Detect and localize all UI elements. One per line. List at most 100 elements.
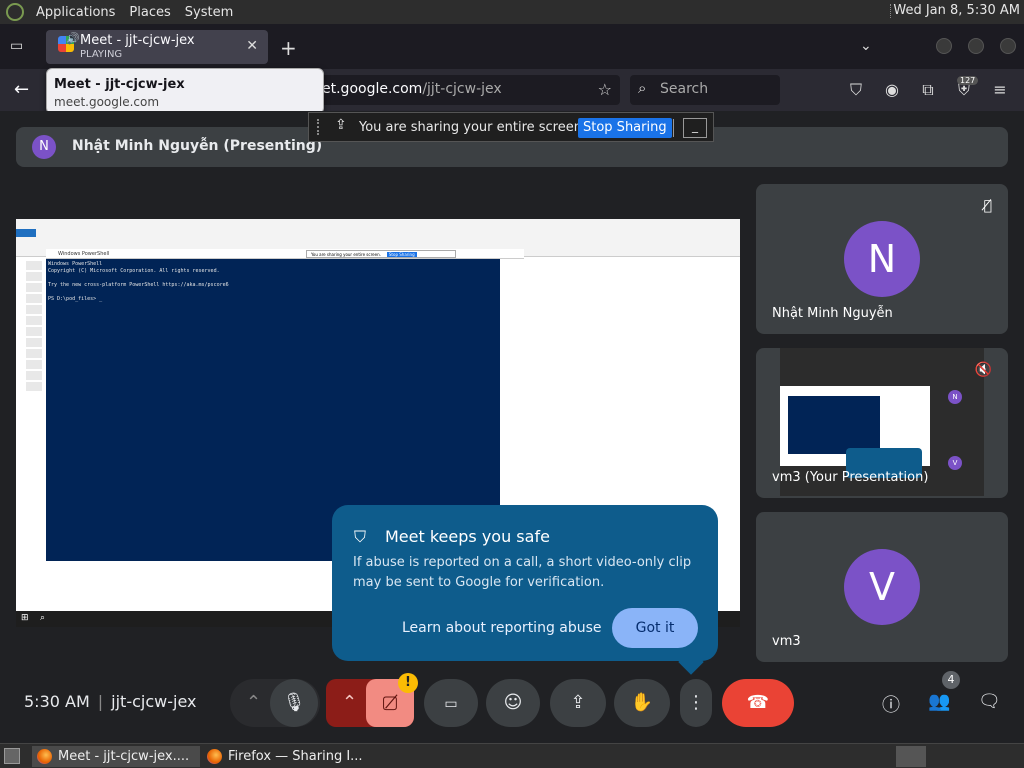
learn-abuse-link[interactable]: Learn about reporting abuse xyxy=(402,620,602,636)
task-label: Meet - jjt-cjcw-jex.... xyxy=(58,749,190,764)
search-input[interactable]: ⌕ Search xyxy=(630,75,780,105)
show-desktop-icon[interactable] xyxy=(4,748,20,764)
hamburger-menu-icon[interactable]: ≡ xyxy=(990,80,1010,99)
people-count-badge: 4 xyxy=(942,671,960,689)
url-bar[interactable]: et.google.com/jjt-cjcw-jex ☆ xyxy=(300,75,620,105)
tab-list-icon[interactable]: ▭ xyxy=(10,38,28,54)
emoji-button[interactable]: ☺ xyxy=(486,679,540,727)
ribbon-file-tab xyxy=(16,229,36,237)
share-screen-icon: ⇪ xyxy=(335,117,347,133)
applications-menu[interactable]: Applications xyxy=(36,5,115,20)
ps-line: Copyright (C) Microsoft Corporation. All… xyxy=(48,268,220,274)
safety-tooltip: ⛉ Meet keeps you safe If abuse is report… xyxy=(332,505,718,675)
more-options-button[interactable]: ⋮ xyxy=(680,679,712,727)
chevron-up-icon: ⌃ xyxy=(246,692,262,713)
participant-tile[interactable]: V vm3 xyxy=(756,512,1008,662)
places-menu[interactable]: Places xyxy=(129,5,170,20)
os-taskbar: Meet - jjt-cjcw-jex.... Firefox — Sharin… xyxy=(0,743,1024,768)
drag-handle[interactable] xyxy=(317,119,319,135)
taskbar-item-firefox[interactable]: Firefox — Sharing I... xyxy=(202,746,382,767)
top-panel: Applications Places System Wed Jan 8, 5:… xyxy=(0,0,1024,24)
pocket-icon[interactable]: ⛉ xyxy=(846,80,866,100)
participant-name: Nhật Minh Nguyễn xyxy=(772,306,893,321)
tree-item xyxy=(26,272,42,281)
presenter-avatar: N xyxy=(32,135,56,159)
taskbar-item-meet[interactable]: Meet - jjt-cjcw-jex.... xyxy=(32,746,200,767)
screen-sharing-bar: ⇪ You are sharing your entire screen. St… xyxy=(308,112,714,142)
tree-item xyxy=(26,382,42,391)
maximize-window-button[interactable] xyxy=(968,38,984,54)
chevron-down-icon[interactable]: ⌄ xyxy=(860,38,872,54)
leave-call-button[interactable]: ☎ xyxy=(722,679,794,727)
tab-meet[interactable]: 🔊 Meet - jjt-cjcw-jex PLAYING ✕ xyxy=(46,30,268,64)
sharing-message: You are sharing your entire screen. xyxy=(359,120,587,135)
participant-tile[interactable]: 🎙̸ N Nhật Minh Nguyễn xyxy=(756,184,1008,334)
ps-line: PS D:\pod_files> _ xyxy=(48,296,103,302)
url-host: et.google.com xyxy=(322,81,423,97)
close-window-button[interactable] xyxy=(1000,38,1016,54)
back-arrow-icon[interactable]: ← xyxy=(14,79,29,100)
panel-clock[interactable]: Wed Jan 8, 5:30 AM xyxy=(893,3,1020,18)
participant-name: vm3 xyxy=(772,634,801,649)
end-call-icon: ☎ xyxy=(746,692,770,713)
tree-item xyxy=(26,349,42,358)
ps-line xyxy=(48,289,498,296)
microphone-button[interactable]: 🎙 xyxy=(270,679,318,727)
tab-strip: ▭ 🔊 Meet - jjt-cjcw-jex PLAYING ✕ + ⌄ xyxy=(0,24,1024,69)
participant-avatar: N xyxy=(844,221,920,297)
mini-stop-sharing: Stop Sharing xyxy=(386,252,417,257)
minimize-bar-button[interactable]: _ xyxy=(683,118,707,138)
ps-line xyxy=(48,275,498,282)
presenter-label: Nhật Minh Nguyễn (Presenting) xyxy=(72,138,323,154)
preview-console xyxy=(788,396,880,454)
minimize-window-button[interactable] xyxy=(936,38,952,54)
tree-item xyxy=(26,316,42,325)
panel-menus: Applications Places System xyxy=(36,5,247,20)
meeting-info: 5:30 AM | jjt-cjcw-jex xyxy=(24,692,196,711)
participant-tile[interactable]: N V 🔇 vm3 (Your Presentation) xyxy=(756,348,1008,498)
meeting-details-icon[interactable]: ⓘ xyxy=(882,691,900,717)
stop-sharing-button[interactable]: Stop Sharing xyxy=(578,118,672,138)
account-icon[interactable]: ◉ xyxy=(882,80,902,99)
task-label: Firefox — Sharing I... xyxy=(228,749,363,764)
new-tab-icon[interactable]: + xyxy=(280,36,297,60)
meeting-time: 5:30 AM xyxy=(24,692,90,711)
participant-name: vm3 (Your Presentation) xyxy=(772,470,929,485)
extensions-icon[interactable]: ⧉ xyxy=(918,80,938,100)
got-it-button[interactable]: Got it xyxy=(612,608,698,648)
windows-start-icon: ⊞ xyxy=(21,613,29,623)
tray-firefox-icon[interactable] xyxy=(896,746,926,767)
captions-button[interactable]: ▭ xyxy=(424,679,478,727)
tooltip-title: Meet - jjt-cjcw-jex xyxy=(54,77,185,92)
tab-status: PLAYING xyxy=(80,49,123,60)
present-button[interactable]: ⇪ xyxy=(550,679,606,727)
preview-avatar: V xyxy=(948,456,962,470)
safety-body: If abuse is reported on a call, a short … xyxy=(353,555,692,590)
tab-tooltip: Meet - jjt-cjcw-jex meet.google.com xyxy=(46,68,324,114)
windows-search-icon: ⌕ xyxy=(40,613,46,623)
tree-item xyxy=(26,283,42,292)
present-screen-icon: ⇪ xyxy=(570,692,586,713)
system-menu[interactable]: System xyxy=(185,5,233,20)
warning-badge: ! xyxy=(398,673,418,693)
divider: | xyxy=(97,692,104,711)
people-icon[interactable]: 👥 xyxy=(928,691,950,712)
tooltip-pointer xyxy=(678,649,704,675)
tree-item xyxy=(26,371,42,380)
microphone-icon: 🎙 xyxy=(282,692,306,713)
bookmark-star-icon[interactable]: ☆ xyxy=(598,80,612,99)
tree-item xyxy=(26,338,42,347)
participant-avatar: V xyxy=(844,549,920,625)
hand-icon: ✋ xyxy=(630,692,654,713)
more-vert-icon: ⋮ xyxy=(687,692,705,713)
chevron-up-icon: ⌃ xyxy=(342,692,358,713)
chat-icon[interactable]: 🗨 xyxy=(978,691,1001,712)
tree-item xyxy=(26,294,42,303)
tab-close-icon[interactable]: ✕ xyxy=(246,38,258,54)
tooltip-url: meet.google.com xyxy=(54,95,160,109)
speaker-icon[interactable]: 🔊 xyxy=(66,32,80,45)
gnome-foot-icon[interactable] xyxy=(6,3,24,21)
raise-hand-button[interactable]: ✋ xyxy=(614,679,670,727)
tree-item xyxy=(26,327,42,336)
search-placeholder: Search xyxy=(660,81,709,97)
